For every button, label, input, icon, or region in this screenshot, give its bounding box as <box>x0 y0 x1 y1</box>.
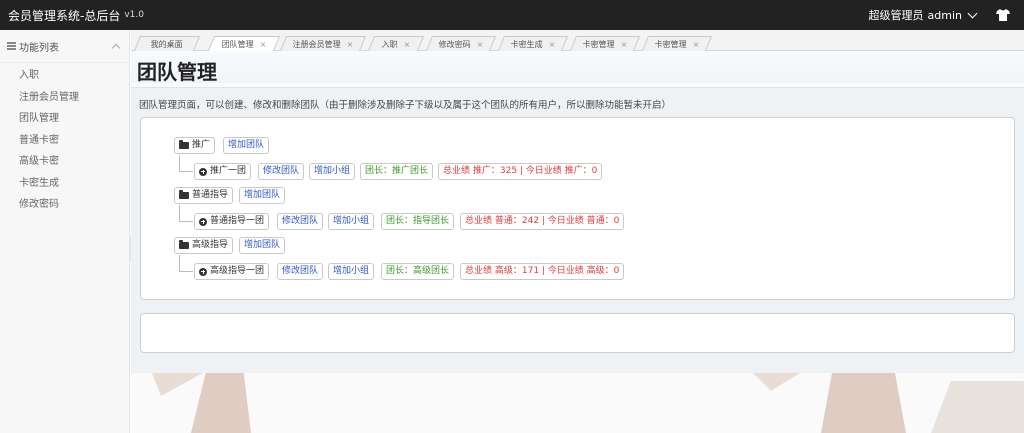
team-sub-toggle[interactable]: 高级指导一团 <box>194 263 270 280</box>
tab-label: 入职 <box>381 39 398 49</box>
tab-bar: 我的桌面 团队管理 × 注册会员管理 × 入职 × 修改密码 × 卡密生成 × … <box>131 30 1024 51</box>
sidebar-heading[interactable]: 功能列表 <box>0 30 129 63</box>
page-title: 团队管理 <box>137 60 217 84</box>
edit-team-button[interactable]: 修改团队 <box>277 213 324 230</box>
folder-open-icon <box>179 240 189 249</box>
team-group-toggle[interactable]: 普通指导 <box>174 187 234 204</box>
add-group-button[interactable]: 增加小组 <box>328 263 375 280</box>
close-icon[interactable]: × <box>548 40 555 49</box>
folder-open-icon <box>179 190 189 199</box>
app-title: 会员管理系统-总后台 <box>8 8 121 23</box>
team-sub-toggle[interactable]: 普通指导一团 <box>194 213 270 230</box>
team-leader-badge: 团长：指导团长 <box>381 213 455 230</box>
close-icon[interactable]: × <box>692 40 699 49</box>
edit-team-button[interactable]: 修改团队 <box>258 163 305 180</box>
sidebar-item-team-management[interactable]: 团队管理 <box>0 108 129 130</box>
close-icon[interactable]: × <box>403 40 410 49</box>
add-team-button[interactable]: 增加团队 <box>239 187 286 204</box>
add-team-button[interactable]: 增加团队 <box>239 237 286 254</box>
sidebar-item-member-management[interactable]: 注册会员管理 <box>0 87 129 109</box>
sidebar-item-card-generation[interactable]: 卡密生成 <box>0 173 129 195</box>
tab-label: 卡密管理 <box>654 39 687 49</box>
tab-card-management-2[interactable]: 卡密管理 × <box>641 36 713 51</box>
page-description: 团队管理页面，可以创建、修改和删除团队（由于删除涉及删除子下级以及属于这个团队的… <box>139 100 672 111</box>
add-group-button[interactable]: 增加小组 <box>328 213 375 230</box>
plus-circle-icon <box>199 267 207 276</box>
team-group-toggle[interactable]: 推广 <box>174 137 216 154</box>
edit-team-button[interactable]: 修改团队 <box>277 263 324 280</box>
folder-open-icon <box>179 140 189 149</box>
team-group-toggle[interactable]: 高级指导 <box>174 237 234 254</box>
sidebar-item-onboarding[interactable]: 入职 <box>0 65 129 87</box>
tab-label: 团队管理 <box>221 39 254 49</box>
team-sub-name: 推广一团 <box>210 166 247 176</box>
add-team-button[interactable]: 增加团队 <box>223 137 270 154</box>
list-icon <box>7 42 16 50</box>
tab-onboarding[interactable]: 入职 × <box>367 36 425 51</box>
plus-circle-icon <box>199 167 207 176</box>
plus-circle-icon <box>199 217 207 226</box>
tab-card-management[interactable]: 卡密管理 × <box>569 36 641 51</box>
tab-member-management[interactable]: 注册会员管理 × <box>279 36 367 51</box>
tab-team-management[interactable]: 团队管理 × <box>207 36 281 51</box>
main-content: 团队管理 团队管理页面，可以创建、修改和删除团队（由于删除涉及删除子下级以及属于… <box>131 51 1024 433</box>
sidebar-item-change-password[interactable]: 修改密码 <box>0 194 129 216</box>
tree-connector <box>179 155 193 172</box>
tab-label: 注册会员管理 <box>292 39 341 49</box>
team-sub-toggle[interactable]: 推广一团 <box>194 163 252 180</box>
user-role: 超级管理员 <box>868 9 924 22</box>
close-icon[interactable]: × <box>346 40 353 49</box>
chevron-down-icon <box>967 8 978 18</box>
top-bar: 会员管理系统-总后台 v1.0 超级管理员 admin <box>0 0 1024 30</box>
team-sub-name: 普通指导一团 <box>210 216 265 226</box>
team-panel: 团队管理页面，可以创建、修改和删除团队（由于删除涉及删除子下级以及属于这个团队的… <box>131 87 1024 373</box>
team-stats-badge: 总业绩 普通：242 | 今日业绩 普通：0 <box>460 213 625 230</box>
tab-change-password[interactable]: 修改密码 × <box>425 36 497 51</box>
sidebar-item-normal-card[interactable]: 普通卡密 <box>0 130 129 152</box>
username: admin <box>927 8 962 22</box>
title-band <box>131 51 1024 83</box>
app-version: v1.0 <box>124 10 144 20</box>
team-sub-name: 高级指导一团 <box>210 266 265 276</box>
user-menu[interactable]: 超级管理员 admin <box>868 7 978 23</box>
sidebar-item-advanced-card[interactable]: 高级卡密 <box>0 151 129 173</box>
sidebar-heading-label: 功能列表 <box>19 42 59 54</box>
team-group-name: 普通指导 <box>192 190 229 200</box>
tab-card-generation[interactable]: 卡密生成 × <box>497 36 569 51</box>
team-group-name: 推广 <box>192 140 211 150</box>
tab-desktop[interactable]: 我的桌面 <box>133 36 201 51</box>
team-group-name: 高级指导 <box>192 240 229 250</box>
add-group-button[interactable]: 增加小组 <box>309 163 356 180</box>
team-tree: 推广 增加团队 推广一团 修改团队 增加小组 团长：推广团长 总业绩 推广：32… <box>140 117 1015 300</box>
tree-connector <box>179 205 193 222</box>
tab-label: 卡密管理 <box>582 39 615 49</box>
team-leader-badge: 团长：高级团长 <box>381 263 455 280</box>
tree-connector <box>179 255 193 272</box>
tab-label: 修改密码 <box>438 39 471 49</box>
close-icon[interactable]: × <box>476 40 483 49</box>
team-stats-badge: 总业绩 推广：325 | 今日业绩 推广：0 <box>438 163 603 180</box>
team-leader-badge: 团长：推广团长 <box>360 163 434 180</box>
empty-panel <box>140 313 1015 353</box>
team-stats-badge: 总业绩 高级：171 | 今日业绩 高级：0 <box>460 263 625 280</box>
shirt-icon[interactable] <box>996 9 1010 21</box>
close-icon[interactable]: × <box>620 40 627 49</box>
chevron-up-icon[interactable] <box>111 43 121 53</box>
tab-label: 卡密生成 <box>510 39 543 49</box>
sidebar: 功能列表 入职 注册会员管理 团队管理 普通卡密 高级卡密 卡密生成 修改密码 <box>0 30 130 433</box>
tab-label: 我的桌面 <box>150 39 183 49</box>
close-icon[interactable]: × <box>259 40 266 49</box>
